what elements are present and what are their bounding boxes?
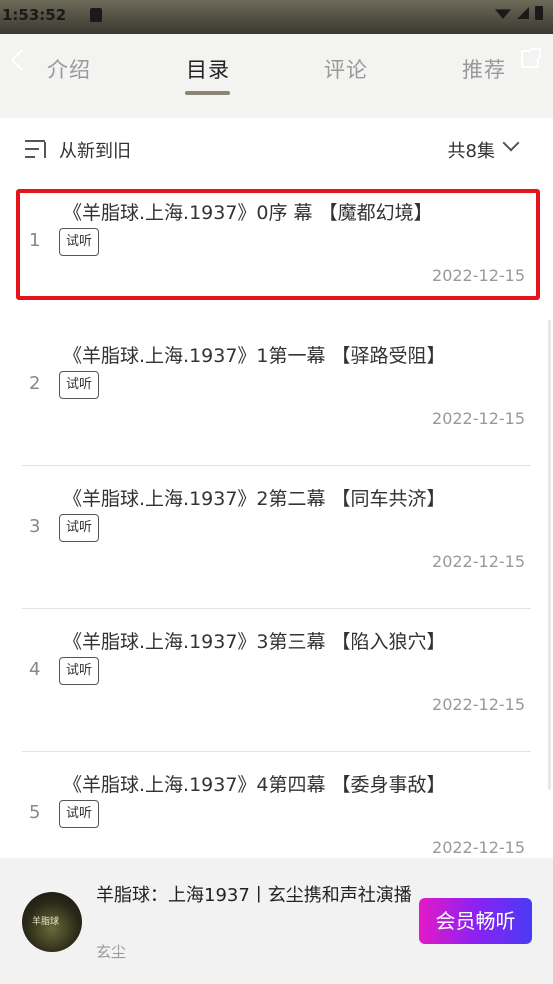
trial-badge: 试听 [59, 514, 100, 542]
episode-index: 3 [29, 516, 41, 537]
chevron-down-icon[interactable] [502, 134, 520, 152]
episode-title: 《羊脂球.上海.1937》2第二幕 【同车共济】 [63, 488, 446, 510]
episode-title: 《羊脂球.上海.1937》1第一幕 【驿路受阻】 [63, 345, 446, 367]
tab-comments[interactable]: 评论 [324, 54, 368, 84]
tab-intro[interactable]: 介绍 [47, 54, 91, 84]
episode-title: 《羊脂球.上海.1937》4第四幕 【委身事敌】 [63, 774, 446, 796]
cover-title: 羊脂球 [32, 917, 60, 927]
episode-count-selector[interactable]: 共8集 [448, 137, 495, 163]
episode-date: 2022-12-15 [432, 695, 525, 714]
tab-header: 介绍 目录 评论 推荐 [0, 34, 553, 118]
back-icon[interactable] [10, 48, 34, 72]
status-time: 1:53:52 [2, 6, 67, 24]
episode-date: 2022-12-15 [432, 552, 525, 571]
vip-listen-button[interactable]: 会员畅听 [419, 898, 532, 944]
active-tab-indicator [185, 91, 230, 95]
sort-bar: 从新到旧 共8集 [0, 118, 553, 180]
tab-recommend[interactable]: 推荐 [462, 54, 506, 84]
trial-badge: 试听 [59, 657, 100, 685]
battery-icon [535, 6, 543, 20]
mini-player[interactable]: 羊脂球 羊脂球：上海1937丨玄尘携和声社演播 玄尘 会员畅听 [0, 858, 553, 984]
episode-index: 4 [29, 659, 41, 680]
trial-badge: 试听 [59, 371, 100, 399]
episode-title: 《羊脂球.上海.1937》3第三幕 【陷入狼穴】 [63, 631, 446, 653]
sort-icon[interactable] [25, 138, 49, 160]
system-icons [495, 6, 543, 20]
episode-index: 2 [29, 373, 41, 394]
episode-row[interactable]: 《羊脂球.上海.1937》2第二幕 【同车共济】 3 试听 2022-12-15 [0, 466, 553, 609]
album-cover[interactable]: 羊脂球 [22, 892, 82, 952]
player-title: 羊脂球：上海1937丨玄尘携和声社演播 [96, 885, 412, 906]
tab-catalog[interactable]: 目录 [186, 54, 230, 84]
highlight-box [16, 189, 540, 300]
share-icon[interactable] [521, 48, 541, 68]
status-bar: 1:53:52 [0, 0, 553, 34]
signal-icon [517, 7, 529, 19]
episode-date: 2022-12-15 [432, 409, 525, 428]
notification-icon [90, 8, 102, 22]
episode-row[interactable]: 《羊脂球.上海.1937》3第三幕 【陷入狼穴】 4 试听 2022-12-15 [0, 609, 553, 752]
scrollbar[interactable] [548, 320, 551, 790]
trial-badge: 试听 [59, 800, 100, 828]
episode-index: 5 [29, 802, 41, 823]
episode-row[interactable]: 《羊脂球.上海.1937》1第一幕 【驿路受阻】 2 试听 2022-12-15 [0, 323, 553, 466]
wifi-icon [495, 9, 511, 19]
player-author: 玄尘 [96, 943, 127, 961]
sort-order-button[interactable]: 从新到旧 [59, 137, 131, 163]
episode-date: 2022-12-15 [432, 838, 525, 857]
